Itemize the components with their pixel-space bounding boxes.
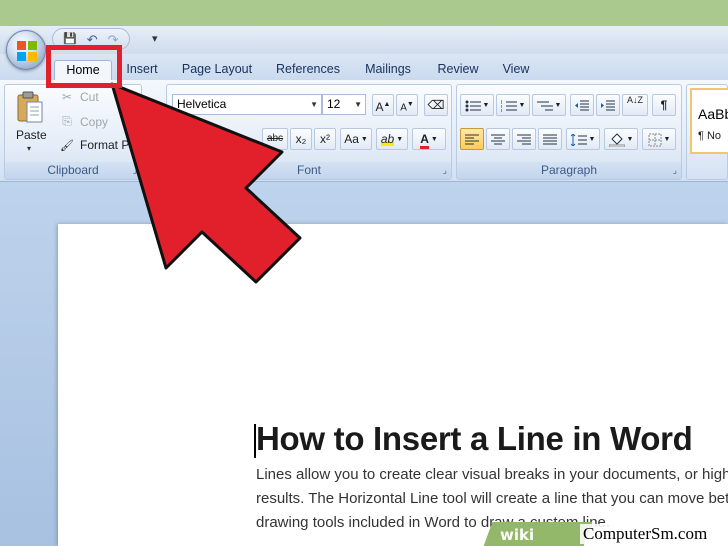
change-case-button[interactable]: Aa ▼ (340, 128, 372, 150)
watermark-wiki-text: wiki (500, 526, 535, 544)
paintbrush-icon: 🖌 (60, 139, 74, 152)
borders-icon (648, 133, 662, 147)
shrink-font-icon: A (400, 102, 407, 114)
sort-icon: A↓Z (626, 95, 643, 105)
align-right-button[interactable] (512, 128, 536, 150)
highlighter-icon: ab (380, 132, 395, 146)
superscript-icon: x² (320, 132, 330, 146)
format-painter-label: Format P (80, 138, 130, 152)
dialog-launcher-icon[interactable]: ⌟ (673, 165, 677, 176)
superscript-button[interactable]: x² (314, 128, 336, 150)
tab-references[interactable]: References (272, 60, 344, 80)
chevron-down-icon: ▼ (354, 100, 362, 109)
redo-icon[interactable]: ↷ (108, 33, 119, 46)
paragraph-group-label: Paragraph (457, 162, 681, 179)
pilcrow-icon: ¶ (660, 98, 668, 112)
customize-qat-icon[interactable]: ▾ (152, 32, 158, 45)
strikethrough-icon: abc (266, 133, 284, 144)
align-left-button[interactable] (460, 128, 484, 150)
highlight-box (46, 45, 122, 88)
font-color-button[interactable]: A ▼ (412, 128, 446, 150)
font-group-label: Font (167, 162, 451, 179)
document-line-1: Lines allow you to create clear visual b… (256, 466, 728, 483)
copy-label: Copy (80, 114, 109, 129)
multilevel-list-icon (536, 101, 553, 111)
style-sample-text: AaBb (698, 106, 728, 122)
chevron-down-icon[interactable]: ▾ (27, 144, 31, 153)
increase-indent-icon (601, 100, 615, 111)
line-spacing-button[interactable]: ▼ (566, 128, 600, 150)
paste-icon[interactable] (16, 90, 44, 124)
subscript-button[interactable]: x₂ (290, 128, 312, 150)
clipboard-group-label: Clipboard (5, 162, 141, 179)
watermark-site-text: ComputerSm.com (580, 524, 711, 544)
font-family-select[interactable]: Helvetica ▼ (172, 94, 322, 115)
tab-insert[interactable]: Insert (122, 60, 162, 80)
cut-label: Cut (80, 90, 99, 104)
eraser-icon: ⌫ (427, 98, 445, 112)
strikethrough-button[interactable]: abc (262, 128, 288, 150)
borders-button[interactable]: ▼ (642, 128, 676, 150)
align-right-icon (517, 134, 531, 145)
bullets-button[interactable]: ▼ (460, 94, 494, 116)
save-icon[interactable]: 💾 (63, 33, 77, 45)
decrease-indent-button[interactable] (570, 94, 594, 116)
show-marks-button[interactable]: ¶ (652, 94, 676, 116)
style-name-label: ¶ No (698, 130, 722, 142)
align-center-button[interactable] (486, 128, 510, 150)
document-page[interactable]: How to Insert a Line in Word Lines allow… (58, 224, 728, 546)
align-center-icon (491, 134, 505, 145)
line-spacing-icon (570, 133, 587, 146)
document-line-2: results. The Horizontal Line tool will c… (256, 490, 728, 507)
scissors-icon: ✂ (61, 90, 73, 104)
multilevel-list-button[interactable]: ▼ (532, 94, 566, 116)
bullets-icon (465, 100, 481, 112)
align-left-icon (465, 134, 479, 145)
clear-formatting-button[interactable]: ⌫ (424, 94, 448, 116)
font-size-select[interactable]: 12 ▼ (322, 94, 366, 115)
tab-mailings[interactable]: Mailings (360, 60, 416, 80)
chevron-down-icon: ▼ (310, 100, 318, 109)
office-logo-icon (17, 41, 37, 61)
tab-review[interactable]: Review (434, 60, 482, 80)
increase-indent-button[interactable] (596, 94, 620, 116)
dialog-launcher-icon[interactable]: ⌟ (443, 165, 447, 176)
grow-font-button[interactable]: A▲ (372, 94, 394, 116)
numbering-button[interactable]: ▼ (496, 94, 530, 116)
shading-button[interactable]: ▼ (604, 128, 638, 150)
style-normal-tile[interactable]: AaBb ¶ No (690, 88, 728, 154)
subscript-icon: x₂ (295, 132, 307, 146)
undo-icon[interactable]: ↶ (87, 33, 98, 46)
copy-button[interactable]: ⎘ Copy (60, 114, 108, 129)
numbering-icon (500, 99, 517, 112)
font-size-value: 12 (327, 97, 341, 111)
tab-view[interactable]: View (498, 60, 534, 80)
highlight-button[interactable]: ab ▼ (376, 128, 408, 150)
office-button[interactable] (6, 30, 46, 70)
decrease-indent-icon (575, 100, 589, 111)
dialog-launcher-icon[interactable]: ⌟ (133, 165, 137, 176)
grow-font-icon: A (375, 100, 384, 114)
change-case-icon: Aa (344, 132, 359, 146)
tab-page-layout[interactable]: Page Layout (178, 60, 256, 80)
justify-button[interactable] (538, 128, 562, 150)
shrink-font-button[interactable]: A▼ (396, 94, 418, 116)
sort-button[interactable]: A↓Z (622, 94, 648, 116)
document-title: How to Insert a Line in Word (256, 420, 693, 457)
font-color-icon: A (420, 132, 429, 149)
format-painter-button[interactable]: 🖌 Format P (60, 138, 129, 152)
font-family-value: Helvetica (177, 97, 227, 111)
copy-icon: ⎘ (62, 114, 72, 128)
paint-bucket-icon (608, 133, 625, 147)
paste-button[interactable]: Paste (16, 128, 47, 142)
cut-button[interactable]: ✂ Cut (60, 90, 99, 104)
justify-icon (543, 134, 557, 145)
